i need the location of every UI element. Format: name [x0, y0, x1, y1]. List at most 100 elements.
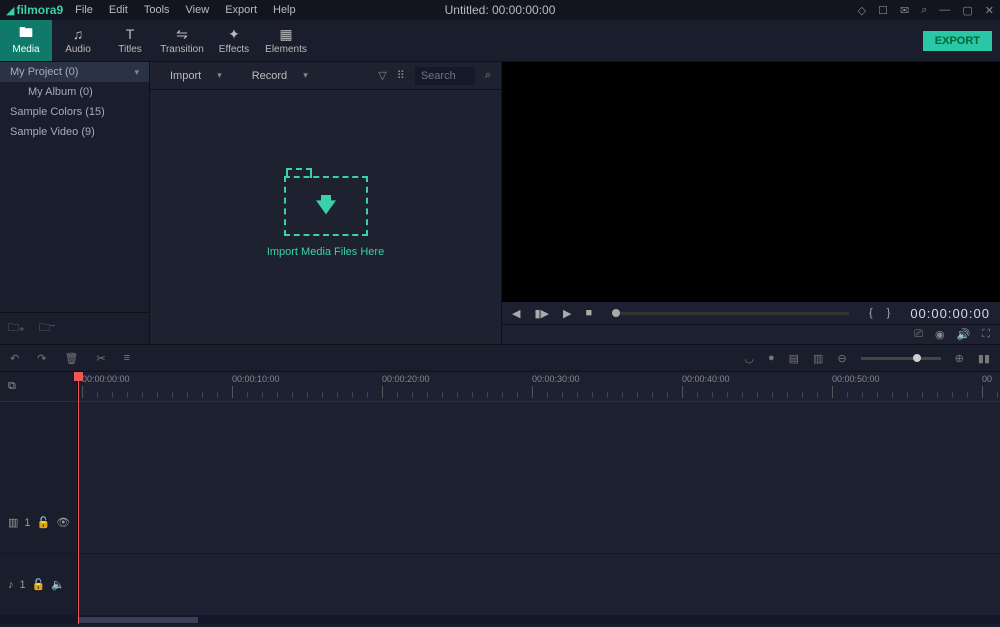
- timeline-horizontal-scrollbar[interactable]: [0, 616, 1000, 624]
- minimize-icon[interactable]: —: [939, 4, 950, 17]
- folder-dashed-icon: [284, 176, 368, 236]
- video-track-row: ▥ 1 🔓 👁: [0, 492, 1000, 554]
- menu-tools[interactable]: Tools: [136, 1, 178, 19]
- delete-icon[interactable]: 🗑: [64, 352, 78, 365]
- voice-icon[interactable]: ●: [768, 352, 775, 364]
- mail-icon[interactable]: ✉: [900, 4, 909, 17]
- document-title: Untitled: 00:00:00:00: [445, 3, 556, 17]
- tracks-icon: ⧉: [8, 380, 16, 393]
- titles-icon: T: [126, 26, 135, 42]
- app-name: filmora9: [16, 3, 63, 17]
- lock-icon[interactable]: 🔓: [32, 578, 46, 591]
- tab-titles[interactable]: T Titles: [104, 20, 156, 61]
- tab-label: Audio: [65, 44, 91, 55]
- skip-back-icon[interactable]: ◀: [512, 307, 520, 320]
- sidebar-item-video[interactable]: Sample Video (9): [0, 122, 149, 142]
- app-logo-icon: ◢: [6, 4, 14, 17]
- tab-label: Elements: [265, 44, 307, 55]
- visibility-icon[interactable]: 👁: [56, 516, 70, 529]
- tab-effects[interactable]: ✦ Effects: [208, 20, 260, 61]
- scrollbar-thumb[interactable]: [78, 617, 198, 623]
- import-dropdown[interactable]: Import ▾: [160, 70, 232, 82]
- timeline-ruler[interactable]: 00:00:00:0000:00:10:0000:00:20:0000:00:3…: [78, 372, 1000, 401]
- fullscreen-icon[interactable]: ⛶: [982, 328, 990, 341]
- user-icon[interactable]: ◇: [858, 4, 866, 17]
- sidebar-footer: 🗀₊ 🗀⁻: [0, 312, 149, 344]
- media-pane: Import ▾ Record ▾ ▽ ⠿ ⌕ Import Media Fil…: [150, 62, 502, 344]
- mixer-icon[interactable]: ▤: [789, 352, 799, 365]
- media-toolbar: Import ▾ Record ▾ ▽ ⠿ ⌕: [150, 62, 501, 90]
- maximize-icon[interactable]: ▢: [962, 4, 972, 17]
- elements-icon: ▦: [279, 26, 292, 42]
- menu-bar: ◢ filmora9 File Edit Tools View Export H…: [0, 0, 1000, 20]
- menu-export[interactable]: Export: [217, 1, 265, 19]
- snapshot-icon[interactable]: ◉: [935, 328, 945, 341]
- mute-icon[interactable]: 🔈: [51, 578, 65, 591]
- manage-tracks-button[interactable]: ⧉: [0, 372, 78, 401]
- record-dropdown[interactable]: Record ▾: [242, 70, 318, 82]
- delete-folder-icon[interactable]: 🗀⁻: [39, 319, 56, 338]
- lock-icon[interactable]: 🔓: [37, 516, 51, 529]
- video-track-header: ▥ 1 🔓 👁: [0, 492, 78, 553]
- stop-icon[interactable]: ■: [585, 307, 592, 319]
- mic-setup-icon[interactable]: ⌕: [921, 4, 927, 17]
- record-label: Record: [252, 70, 287, 82]
- audio-track-header: ♪ 1 🔓 🔈: [0, 554, 78, 615]
- menu-view[interactable]: View: [178, 1, 218, 19]
- tab-audio[interactable]: ♫ Audio: [52, 20, 104, 61]
- display-icon[interactable]: ⎚: [914, 328, 923, 341]
- timeline-toolbar: ↶ ↷ 🗑 ✂ ≡ ◡ ● ▤ ▥ ⊖ ⊕ ▮▮: [0, 344, 1000, 372]
- split-icon[interactable]: ✂: [96, 352, 105, 365]
- marker-icon[interactable]: ◡: [744, 352, 754, 365]
- media-sidebar: My Project (0) ▾ My Album (0) Sample Col…: [0, 62, 150, 344]
- sidebar-project-label: My Project (0): [10, 66, 78, 78]
- chevron-down-icon: ▾: [134, 67, 139, 78]
- media-drop-zone[interactable]: Import Media Files Here: [150, 90, 501, 344]
- tab-transition[interactable]: ⇋ Transition: [156, 20, 208, 61]
- playhead[interactable]: [78, 372, 79, 624]
- step-back-icon[interactable]: ▮▶: [534, 307, 549, 320]
- timeline: ⧉ 00:00:00:0000:00:10:0000:00:20:0000:00…: [0, 372, 1000, 624]
- sidebar-project-header[interactable]: My Project (0) ▾: [0, 62, 149, 82]
- menu-help[interactable]: Help: [265, 1, 304, 19]
- zoom-slider[interactable]: [861, 357, 941, 360]
- export-button[interactable]: EXPORT: [923, 31, 992, 51]
- mark-out-icon[interactable]: }: [887, 307, 891, 319]
- search-icon[interactable]: ⌕: [485, 69, 491, 82]
- tab-elements[interactable]: ▦ Elements: [260, 20, 312, 61]
- preview-timecode: 00:00:00:00: [910, 306, 990, 321]
- tab-label: Transition: [160, 44, 204, 55]
- close-icon[interactable]: ✕: [985, 4, 994, 17]
- render-icon[interactable]: ▥: [813, 352, 823, 365]
- play-icon[interactable]: ▶: [563, 307, 571, 320]
- new-folder-icon[interactable]: 🗀₊: [8, 319, 25, 338]
- chevron-down-icon: ▾: [303, 70, 308, 81]
- ruler-label: 00:00:30:00: [532, 374, 580, 384]
- tab-label: Titles: [118, 44, 142, 55]
- menu-file[interactable]: File: [67, 1, 101, 19]
- undo-icon[interactable]: ↶: [10, 352, 19, 365]
- menu-edit[interactable]: Edit: [101, 1, 136, 19]
- redo-icon[interactable]: ↷: [37, 352, 46, 365]
- filter-icon[interactable]: ▽: [378, 69, 386, 82]
- folder-icon: 🖿: [19, 26, 33, 42]
- playback-scrubber[interactable]: [612, 312, 849, 315]
- grid-view-icon[interactable]: ⠿: [397, 69, 405, 82]
- volume-icon[interactable]: 🔊: [957, 328, 971, 341]
- ruler-label: 00:00:20:00: [382, 374, 430, 384]
- audio-track-icon: ♪: [8, 579, 14, 591]
- video-track-body[interactable]: [78, 492, 1000, 553]
- tab-media[interactable]: 🖿 Media: [0, 20, 52, 61]
- audio-track-body[interactable]: [78, 554, 1000, 615]
- zoom-in-icon[interactable]: ⊕: [955, 352, 964, 365]
- zoom-out-icon[interactable]: ⊖: [837, 352, 846, 365]
- crop-icon[interactable]: ≡: [124, 352, 130, 364]
- import-label: Import: [170, 70, 201, 82]
- sidebar-item-album[interactable]: My Album (0): [0, 82, 149, 102]
- timeline-settings-icon[interactable]: ▮▮: [978, 352, 990, 365]
- ruler-label: 00:00:50:00: [832, 374, 880, 384]
- sidebar-item-colors[interactable]: Sample Colors (15): [0, 102, 149, 122]
- bookmark-icon[interactable]: ☐: [878, 4, 888, 17]
- search-input[interactable]: [415, 67, 475, 85]
- mark-in-icon[interactable]: {: [869, 307, 873, 319]
